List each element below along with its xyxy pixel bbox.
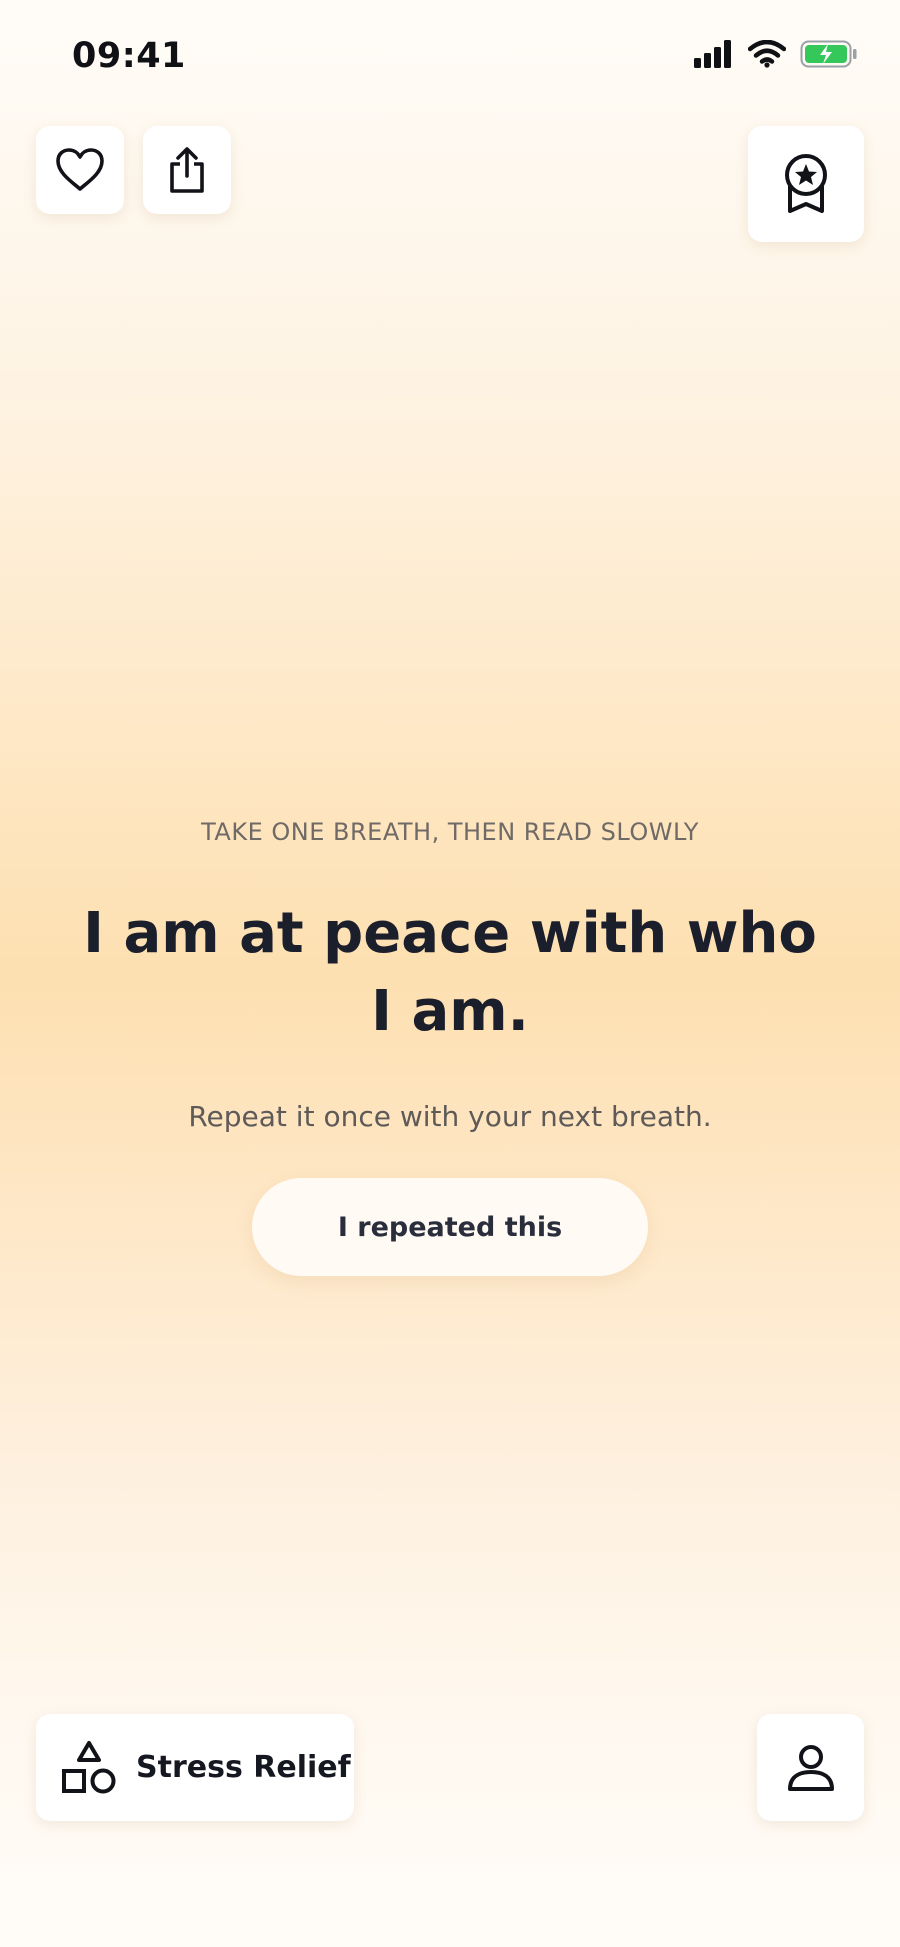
affirmation-text: I am at peace with who I am.: [83, 901, 817, 1044]
affirmation-instruction: Repeat it once with your next breath.: [188, 1100, 712, 1133]
achievements-button[interactable]: [748, 126, 864, 242]
favorite-button[interactable]: [36, 126, 124, 214]
cellular-signal-icon: [694, 40, 731, 68]
affirmation-screen: 09:41 TAKE ONE BREATH, THEN READ SLOWLY …: [0, 0, 900, 1947]
affirmation-eyebrow: TAKE ONE BREATH, THEN READ SLOWLY: [201, 818, 699, 846]
status-bar: 09:41: [0, 0, 900, 110]
category-button[interactable]: Stress Relief: [36, 1714, 354, 1821]
wifi-icon: [748, 40, 786, 68]
battery-charging-icon: [800, 40, 857, 68]
status-time: 09:41: [72, 36, 186, 76]
category-label: Stress Relief: [136, 1750, 351, 1785]
share-button[interactable]: [143, 126, 231, 214]
person-icon: [787, 1744, 834, 1791]
heart-icon: [56, 148, 104, 191]
status-icons: [694, 40, 858, 68]
award-ribbon-icon: [785, 154, 827, 213]
repeated-button[interactable]: I repeated this: [252, 1178, 648, 1276]
share-icon: [170, 147, 204, 193]
profile-button[interactable]: [757, 1714, 864, 1821]
shapes-icon: [62, 1740, 116, 1793]
